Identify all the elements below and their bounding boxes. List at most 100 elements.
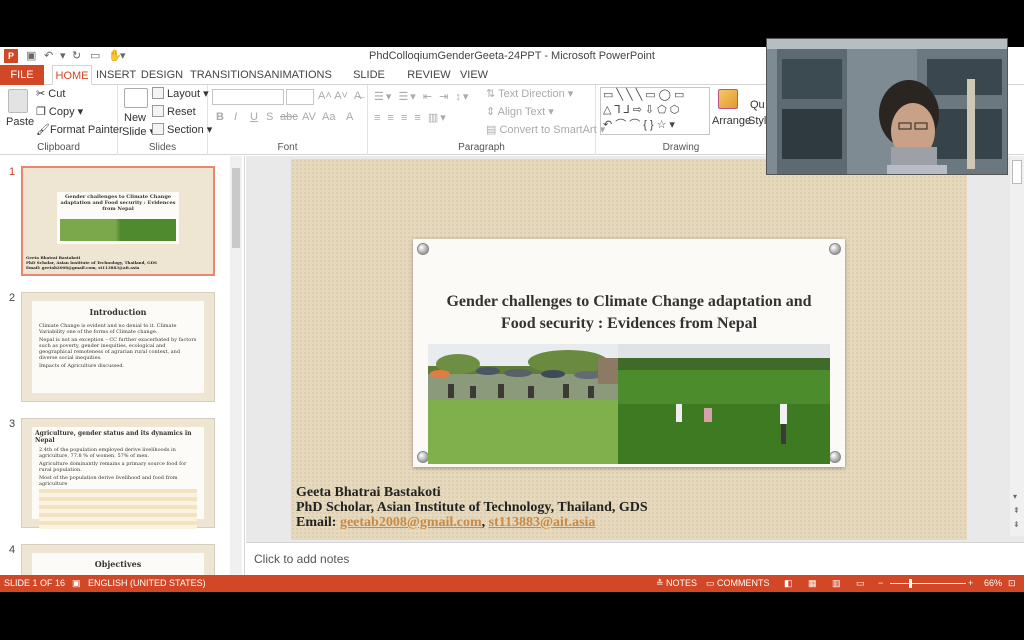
author-block[interactable]: Geeta Bhatrai Bastakoti PhD Scholar, Asi…	[296, 485, 648, 530]
thumb-3-card: Agriculture, gender status and its dynam…	[32, 427, 204, 529]
font-name-input[interactable]	[212, 89, 284, 105]
thumb-2-bullet: Nepal is not an exception – CC further e…	[39, 337, 197, 361]
slide-thumbnail-3[interactable]: Agriculture, gender status and its dynam…	[21, 418, 215, 529]
slide-thumbnail-4[interactable]: Objectives	[21, 544, 215, 576]
cut-button[interactable]: ✂ Cut	[36, 87, 65, 100]
next-slide-icon[interactable]: ⇟	[1013, 520, 1020, 529]
thumb-number-4: 4	[9, 544, 16, 556]
notes-icon: ≛	[656, 578, 667, 588]
fit-slide-icon[interactable]: ⊡	[1008, 578, 1016, 589]
list-buttons[interactable]: ☰▾ ☰▾ ⇤ ⇥ ↕▾	[374, 90, 470, 103]
bold-button[interactable]: B	[216, 111, 224, 123]
drawing-group-label: Drawing	[662, 142, 700, 153]
quick-styles-button-2[interactable]: Styl	[748, 115, 766, 127]
new-slide-label-1[interactable]: New	[124, 112, 146, 124]
new-slide-label-2[interactable]: Slide ▾	[122, 125, 155, 138]
slide-editor: Gender challenges to Climate Change adap…	[246, 156, 1024, 576]
zoom-slider-thumb[interactable]	[909, 579, 912, 588]
thumb-number-1: 1	[9, 166, 16, 178]
zoom-in-icon[interactable]: +	[968, 578, 973, 588]
tab-slide-show[interactable]: SLIDE SHOW	[338, 65, 400, 101]
author-name: Geeta Bhatrai Bastakoti	[296, 485, 441, 500]
thumb-3-bullet: Agriculture dominantly remains a primary…	[39, 461, 187, 473]
quick-styles-button[interactable]: Qu	[750, 99, 765, 111]
email-link-1[interactable]: geetab2008@gmail.com	[340, 515, 482, 530]
zoom-level[interactable]: 66%	[984, 578, 1002, 588]
editor-scroll-thumb[interactable]	[1012, 160, 1022, 184]
field-photo-left[interactable]	[428, 344, 618, 464]
arrange-icon[interactable]	[718, 89, 738, 109]
new-slide-icon[interactable]	[124, 88, 148, 108]
tab-review[interactable]: REVIEW	[406, 65, 452, 85]
tab-animations[interactable]: ANIMATIONS	[264, 65, 332, 85]
slide-counter: SLIDE 1 OF 16	[4, 578, 66, 588]
drawing-group: ▭╲╲╲▭◯▭ △⅂⅃⇨⇩⬠⬡ ↶⌒⌒{}☆▾ Arrange Qu Styl Dr…	[596, 85, 766, 155]
webcam-overlay	[766, 38, 1008, 175]
slide-title[interactable]: Gender challenges to Climate Change adap…	[423, 291, 835, 335]
italic-button[interactable]: I	[234, 111, 237, 123]
editor-scrollbar[interactable]: ▾ ⇞ ⇟	[1010, 156, 1024, 536]
zoom-slider[interactable]	[890, 583, 966, 584]
tab-file[interactable]: FILE	[0, 65, 44, 85]
thumb-1-card: Gender challenges to Climate Change adap…	[57, 192, 179, 244]
reset-button[interactable]: Reset	[152, 105, 196, 118]
previous-slide-icon[interactable]: ⇞	[1013, 506, 1020, 515]
convert-smartart-button[interactable]: ▤ Convert to SmartArt ▾	[486, 123, 605, 136]
change-case-button[interactable]: Aa	[322, 111, 335, 123]
text-direction-icon: ⇅	[486, 88, 499, 100]
alignment-buttons[interactable]: ≡ ≡ ≡ ≡ ▥▾	[374, 111, 448, 124]
thumb-4-card: Objectives	[32, 553, 204, 576]
align-text-button[interactable]: ⇕ Align Text ▾	[486, 105, 554, 118]
arrange-button[interactable]: Arrange	[712, 115, 751, 127]
slide-sorter-icon[interactable]: ▦	[808, 578, 817, 589]
slideshow-view-icon[interactable]: ▭	[856, 578, 865, 589]
tab-design[interactable]: DESIGN	[140, 65, 184, 85]
copy-button[interactable]: ❐ Copy ▾	[36, 105, 83, 118]
notes-button[interactable]: ≛ NOTES	[656, 578, 697, 589]
pin-icon	[829, 451, 841, 463]
thumbnails-scroll-thumb[interactable]	[232, 168, 240, 248]
thumb-3-title: Agriculture, gender status and its dynam…	[35, 430, 192, 444]
tab-insert[interactable]: INSERT	[96, 65, 136, 85]
field-photo-right[interactable]	[618, 344, 830, 464]
clear-format-icon[interactable]: A̶	[354, 90, 361, 102]
strikethrough-button[interactable]: abc	[280, 111, 298, 123]
pin-icon	[829, 243, 841, 255]
layout-button[interactable]: Layout ▾	[152, 87, 209, 100]
status-bar: SLIDE 1 OF 16 ▣ ENGLISH (UNITED STATES) …	[0, 575, 1024, 592]
font-color-button[interactable]: A	[346, 111, 353, 123]
font-size-input[interactable]	[286, 89, 314, 105]
reading-view-icon[interactable]: ▥	[832, 578, 841, 589]
thumb-1-footer: Geeta Bhatrai Bastakoti PhD Scholar, Asia…	[26, 255, 157, 270]
field-workers-image	[428, 344, 618, 464]
character-spacing-button[interactable]: AV	[302, 111, 316, 123]
notes-pane[interactable]: Click to add notes	[246, 542, 1024, 576]
section-button[interactable]: Section ▾	[152, 123, 212, 136]
text-direction-button[interactable]: ⇅ Text Direction ▾	[486, 87, 573, 100]
email-link-2[interactable]: st113883@ait.asia	[489, 515, 596, 530]
normal-view-icon[interactable]: ◧	[784, 578, 793, 589]
thumb-1-photos	[60, 219, 176, 241]
language-indicator[interactable]: ENGLISH (UNITED STATES)	[88, 578, 206, 588]
grow-font-icon[interactable]: A˄ A˅	[318, 90, 348, 102]
shapes-gallery[interactable]: ▭╲╲╲▭◯▭ △⅂⅃⇨⇩⬠⬡ ↶⌒⌒{}☆▾	[600, 87, 710, 135]
rice-field-image	[618, 344, 830, 464]
tab-view[interactable]: VIEW	[456, 65, 492, 85]
slide-thumbnail-1[interactable]: Gender challenges to Climate Change adap…	[21, 166, 215, 276]
shadow-button[interactable]: S	[266, 111, 273, 123]
spellcheck-icon[interactable]: ▣	[72, 578, 81, 589]
paste-button[interactable]: Paste	[6, 116, 34, 128]
zoom-out-icon[interactable]: −	[878, 578, 883, 588]
notes-placeholder: Click to add notes	[254, 552, 350, 566]
comment-icon: ▭	[706, 578, 718, 588]
underline-button[interactable]: U	[250, 111, 258, 123]
tab-home[interactable]: HOME	[52, 65, 92, 85]
paste-icon[interactable]	[8, 89, 28, 113]
format-painter-button[interactable]: 🖌Format Painter	[36, 123, 123, 136]
tab-transitions[interactable]: TRANSITIONS	[190, 65, 264, 85]
slide-canvas[interactable]: Gender challenges to Climate Change adap…	[291, 159, 967, 540]
thumbnails-scrollbar[interactable]	[230, 156, 242, 576]
comments-button[interactable]: ▭ COMMENTS	[706, 578, 770, 589]
slide-thumbnail-2[interactable]: Introduction Climate Change is evident a…	[21, 292, 215, 402]
scroll-down-icon[interactable]: ▾	[1013, 492, 1017, 501]
